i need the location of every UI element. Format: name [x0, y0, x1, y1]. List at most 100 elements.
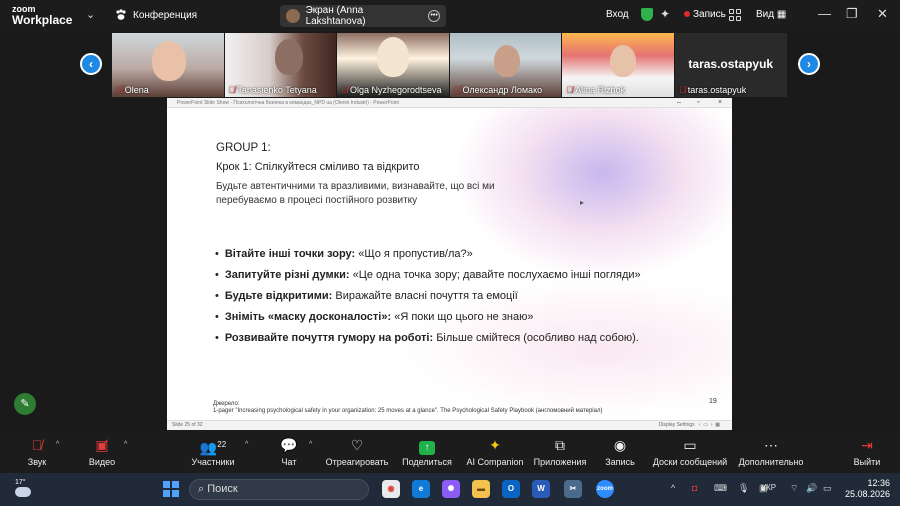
- participant-tile[interactable]: 🎙̸ Olena: [112, 33, 225, 97]
- mouse-cursor-icon: ▸: [580, 198, 585, 207]
- chat-icon: 💬: [280, 437, 298, 453]
- bullet-item: Розвивайте почуття гумору на роботі: Біл…: [215, 332, 715, 344]
- bullet-item: Вітайте інші точки зору: «Що я пропустив…: [215, 248, 715, 260]
- windows-taskbar: 17° ⌕ Поиск ◉ e ✺ ▬ O W ✂ zoom ^ ◘ ⌨ 🎙 ▣…: [0, 473, 900, 506]
- audio-options-caret[interactable]: ^: [56, 441, 59, 448]
- slide-bullet-list: Вітайте інші точки зору: «Що я пропустив…: [215, 248, 715, 353]
- paw-icon: [116, 9, 126, 20]
- participants-button[interactable]: 👥22 Участники: [188, 435, 238, 467]
- language-indicator[interactable]: УКР: [761, 483, 776, 492]
- title-bar: zoom Workplace ⌄ Конференция Экран (Anna…: [0, 0, 900, 32]
- slide[interactable]: GROUP 1: Крок 1: Спілкуйтеся сміливо та …: [167, 108, 732, 420]
- react-button[interactable]: ♡ Отреагировать: [324, 435, 390, 467]
- restore-button[interactable]: ❐: [846, 6, 858, 22]
- tray-app-icon[interactable]: ◘: [692, 483, 697, 493]
- edge-icon[interactable]: e: [412, 480, 430, 498]
- powerpoint-status-bar: Slide 25 of 32 Display Settings ‹ ▭ › ▦: [167, 420, 732, 430]
- pen-icon[interactable]: ✎: [14, 393, 36, 415]
- participant-tile[interactable]: taras.ostapyuk 🎙̸ taras.ostapyuk: [674, 33, 788, 97]
- apps-button[interactable]: ⧉ Приложения: [532, 435, 588, 467]
- minimize-button[interactable]: —: [818, 6, 831, 21]
- close-button[interactable]: ✕: [877, 6, 888, 22]
- sparkle-icon[interactable]: ✦: [660, 7, 670, 21]
- source-text: 1-pager "Increasing psychological safety…: [213, 408, 603, 414]
- chevron-down-icon[interactable]: ⌄: [86, 8, 95, 21]
- more-button[interactable]: ⋯ Дополнительно: [738, 435, 804, 467]
- participant-tile[interactable]: 🎙̸ Tanasienko Tetyana: [224, 33, 338, 97]
- cloud-icon: [15, 487, 31, 497]
- screen-share-label: Экран (Anna Lakshtanova): [305, 5, 366, 27]
- taskbar-search[interactable]: ⌕ Поиск: [189, 479, 369, 500]
- mic-off-icon: 🎙̸: [566, 85, 574, 95]
- volume-icon[interactable]: 🔊: [806, 483, 817, 494]
- prev-slide-icon[interactable]: ‹: [699, 422, 701, 428]
- whiteboards-button[interactable]: ▭ Доски сообщений: [652, 435, 728, 467]
- view-button[interactable]: Вид ▦: [756, 9, 786, 20]
- slide-description: Будьте автентичними та вразливими, визна…: [216, 181, 495, 206]
- mic-muted-icon: 🎙̸: [31, 437, 43, 453]
- shared-screen: PowerPoint Slide Show - Психологічна без…: [167, 98, 732, 430]
- participant-name: Tanasienko Tetyana: [237, 85, 317, 95]
- minimize-icon: –: [677, 99, 681, 106]
- record-dot-icon: [684, 11, 690, 17]
- copilot-icon[interactable]: ✺: [442, 480, 460, 498]
- next-slide-icon[interactable]: ›: [711, 422, 713, 428]
- slide-group-heading: GROUP 1:: [216, 142, 271, 154]
- word-icon[interactable]: W: [532, 480, 550, 498]
- weather-widget[interactable]: 17°: [15, 479, 31, 497]
- record-button[interactable]: ◉ Запись: [602, 435, 638, 467]
- slide-menu-icon[interactable]: ▭: [703, 422, 708, 428]
- prev-participants-button[interactable]: ‹: [80, 53, 102, 75]
- participants-options-caret[interactable]: ^: [245, 441, 248, 448]
- slide-step-heading: Крок 1: Спілкуйтеся сміливо та відкрито: [216, 161, 420, 173]
- outlook-icon[interactable]: O: [502, 480, 520, 498]
- record-indicator[interactable]: Запись: [684, 9, 726, 20]
- mic-off-icon: 🎙̸: [341, 85, 348, 95]
- whiteboard-icon: ▭: [683, 437, 697, 453]
- meeting-label: Конференция: [133, 9, 198, 21]
- clock[interactable]: 12:36 25.08.2026: [845, 478, 890, 500]
- battery-icon[interactable]: ▭: [823, 483, 832, 494]
- next-participants-button[interactable]: ›: [798, 53, 820, 75]
- close-icon: ×: [718, 99, 723, 106]
- ai-companion-button[interactable]: ✦ AI Companion: [466, 435, 524, 467]
- share-screen-icon: ↑: [402, 435, 452, 455]
- audio-button[interactable]: 🎙̸ Звук: [22, 435, 52, 467]
- video-options-caret[interactable]: ^: [124, 441, 127, 448]
- meeting-info-button[interactable]: Конференция: [115, 9, 197, 21]
- participant-tile[interactable]: 🎙̸ Olga Nyzhegorodtseva: [337, 33, 450, 97]
- tray-overflow-icon[interactable]: ^: [671, 483, 675, 493]
- participant-tile[interactable]: 🎙̸ Alina Rizhok: [562, 33, 675, 97]
- gallery-icon[interactable]: [729, 9, 741, 21]
- shield-icon[interactable]: [641, 8, 653, 21]
- video-button[interactable]: ▣̸ Видео: [86, 435, 118, 467]
- more-icon[interactable]: •••: [428, 10, 440, 22]
- participant-name: Olena: [124, 85, 149, 95]
- participant-name: Олександр Ломако: [462, 85, 543, 95]
- windows-start-icon[interactable]: [163, 481, 179, 497]
- heart-icon: ♡: [350, 437, 364, 453]
- tray-app2-icon[interactable]: ⌨: [714, 483, 727, 494]
- powerpoint-title-bar: PowerPoint Slide Show - Психологічна без…: [167, 98, 732, 108]
- microphone-tray-icon[interactable]: 🎙: [738, 483, 749, 494]
- chat-options-caret[interactable]: ^: [309, 441, 312, 448]
- chat-button[interactable]: 💬 Чат: [276, 435, 302, 467]
- screen-share-pill[interactable]: Экран (Anna Lakshtanova) •••: [280, 5, 446, 27]
- bullet-item: Зніміть «маску досконалості»: «Я поки що…: [215, 311, 715, 323]
- mic-off-icon: 🎙̸: [116, 85, 123, 95]
- signin-button[interactable]: Вход: [606, 9, 629, 20]
- slide-overview-icon[interactable]: ▦: [715, 422, 720, 428]
- participant-strip: 🎙̸ Olena 🎙̸ Tanasienko Tetyana 🎙̸ Olga Nyzh…: [112, 33, 788, 97]
- exit-icon: ⇥: [861, 437, 873, 453]
- display-settings-link[interactable]: Display Settings: [659, 422, 695, 428]
- leave-button[interactable]: ⇥ Выйти: [852, 435, 882, 467]
- ai-sparkle-icon: ✦: [489, 437, 501, 453]
- wifi-icon[interactable]: ⌔: [790, 483, 798, 494]
- snipping-tool-icon[interactable]: ✂: [564, 480, 582, 498]
- participant-name: Olga Nyzhegorodtseva: [349, 85, 442, 95]
- zoom-taskbar-icon[interactable]: zoom: [596, 480, 614, 498]
- chrome-icon[interactable]: ◉: [382, 480, 400, 498]
- share-button[interactable]: ↑ Поделиться: [402, 435, 452, 467]
- participant-tile[interactable]: 🎙̸ Олександр Ломако: [449, 33, 563, 97]
- file-explorer-icon[interactable]: ▬: [472, 480, 490, 498]
